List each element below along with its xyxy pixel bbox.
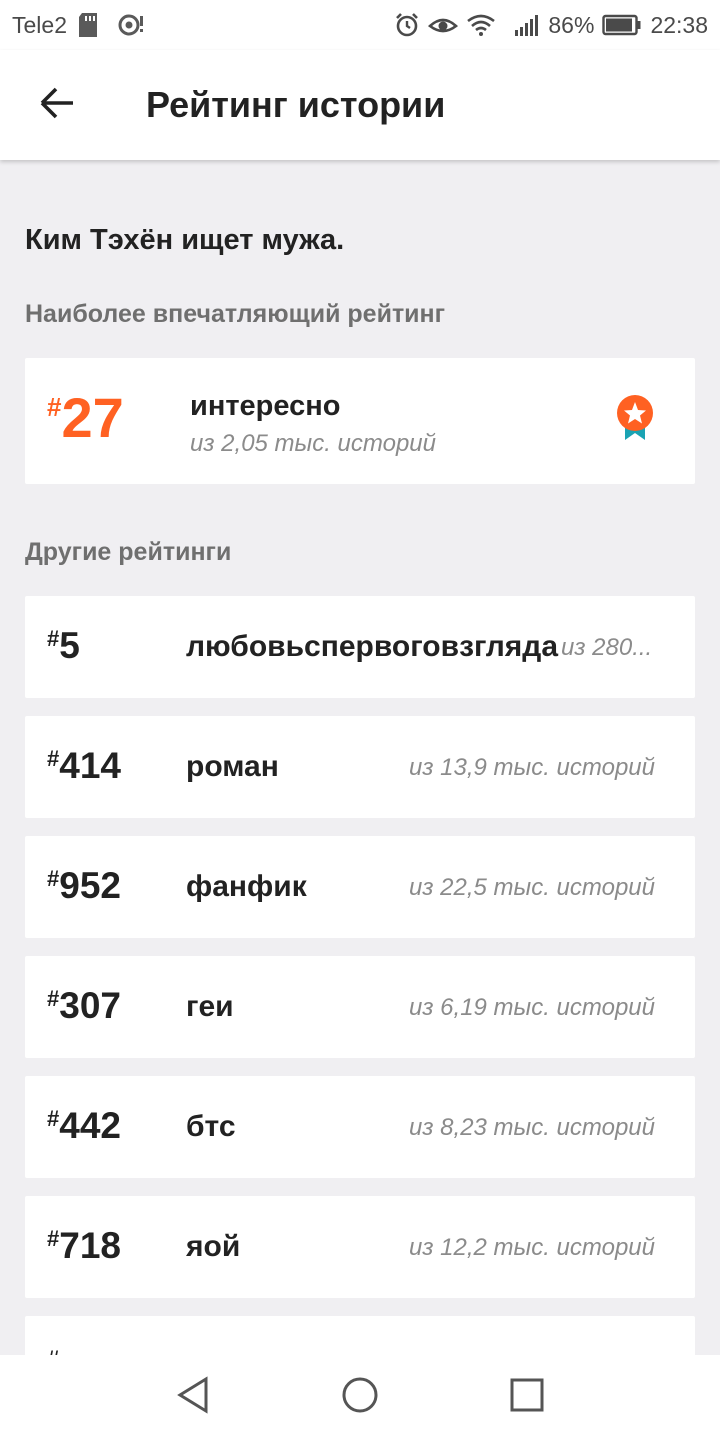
alarm-icon: [394, 12, 420, 38]
top-rating-card[interactable]: # 27 интересно из 2,05 тыс. историй: [25, 358, 695, 484]
rank-number: 952: [59, 865, 121, 906]
hash-symbol: #: [47, 1226, 60, 1251]
rating-row[interactable]: #: [25, 1316, 695, 1355]
wifi-icon: [466, 13, 496, 37]
rating-row[interactable]: # 5 любовьспервоговзгляда из 280...: [25, 596, 695, 698]
arrow-left-icon: [39, 87, 75, 124]
square-recents-icon: [510, 1378, 544, 1417]
sd-card-icon: [77, 12, 99, 38]
rank-number: 5: [59, 625, 80, 666]
nav-recents-button[interactable]: [487, 1358, 567, 1438]
tag-name: фанфик: [186, 870, 307, 903]
hash-symbol: #: [47, 1106, 60, 1131]
rank-number: 718: [59, 1225, 121, 1266]
tag-name: любовьспервоговзгляда: [186, 630, 559, 663]
tag-story-count: из 12,2 тыс. историй: [409, 1234, 655, 1261]
rank-number: 307: [59, 985, 121, 1026]
rating-row[interactable]: # 718 яой из 12,2 тыс. историй: [25, 1196, 695, 1298]
nav-back-button[interactable]: [153, 1358, 233, 1438]
status-bar: Tele2 86% 22:38: [0, 0, 720, 50]
hash-symbol: #: [47, 986, 60, 1011]
hash-symbol: #: [47, 866, 60, 891]
rank-number: 414: [59, 745, 121, 786]
rating-rank: # 952: [47, 866, 121, 906]
triangle-back-icon: [176, 1376, 210, 1419]
top-rating-section-label: Наиболее впечатляющий рейтинг: [25, 300, 446, 328]
tag-story-count: из 13,9 тыс. историй: [409, 754, 655, 781]
tag-name: геи: [186, 990, 234, 1023]
story-title: Ким Тэхён ищет мужа.: [25, 224, 345, 256]
tag-name: роман: [186, 750, 279, 783]
tag-name: бтс: [186, 1110, 236, 1143]
hash-symbol: #: [47, 746, 60, 771]
tag-story-count: из 2,05 тыс. историй: [190, 430, 436, 457]
tag-story-count: из 8,23 тыс. историй: [409, 1114, 655, 1141]
screen: Tele2 86% 22:38 Рейтинг истории Ким Тэхё…: [0, 0, 720, 1440]
hash-symbol: #: [47, 392, 62, 422]
clock-time: 22:38: [650, 11, 708, 38]
rating-row[interactable]: # 442 бтс из 8,23 тыс. историй: [25, 1076, 695, 1178]
rating-rank: # 414: [47, 746, 121, 786]
rating-row[interactable]: # 952 фанфик из 22,5 тыс. историй: [25, 836, 695, 938]
tag-story-count: из 280...: [561, 634, 653, 661]
status-left: Tele2: [12, 12, 145, 39]
rating-rank: # 442: [47, 1106, 121, 1146]
rating-rank: # 5: [47, 626, 80, 666]
app-bar: Рейтинг истории: [0, 50, 720, 160]
signal-icon: [514, 13, 540, 37]
battery-percent: 86%: [548, 11, 595, 38]
content-area[interactable]: Ким Тэхён ищет мужа. Наиболее впечатляющ…: [0, 160, 720, 1355]
status-right: 86% 22:38: [394, 12, 708, 39]
tag-name: интересно: [190, 390, 341, 422]
tag-story-count: из 6,19 тыс. историй: [409, 994, 655, 1021]
hash-symbol: #: [47, 626, 60, 651]
top-rating-rank: # 27: [47, 390, 124, 446]
tag-story-count: из 22,5 тыс. историй: [409, 874, 655, 901]
tag-name: яой: [186, 1230, 241, 1263]
rating-rank: # 307: [47, 986, 121, 1026]
rating-rank: #: [47, 1346, 59, 1356]
circle-home-icon: [341, 1376, 379, 1419]
carrier-label: Tele2: [12, 11, 67, 38]
hash-symbol: #: [47, 1348, 59, 1356]
rating-row[interactable]: # 307 геи из 6,19 тыс. историй: [25, 956, 695, 1058]
navigation-bar: [0, 1355, 720, 1440]
hotspot-icon: [117, 12, 145, 38]
rank-number: 442: [59, 1105, 121, 1146]
back-button[interactable]: [2, 50, 112, 160]
rank-number: 27: [61, 386, 124, 449]
other-ratings-section-label: Другие рейтинги: [25, 538, 232, 566]
nav-home-button[interactable]: [320, 1358, 400, 1438]
eye-icon: [428, 13, 459, 37]
rating-rank: # 718: [47, 1226, 121, 1266]
award-badge-icon: [615, 394, 655, 447]
rating-row[interactable]: # 414 роман из 13,9 тыс. историй: [25, 716, 695, 818]
page-title: Рейтинг истории: [146, 84, 446, 125]
battery-icon: [602, 14, 642, 36]
